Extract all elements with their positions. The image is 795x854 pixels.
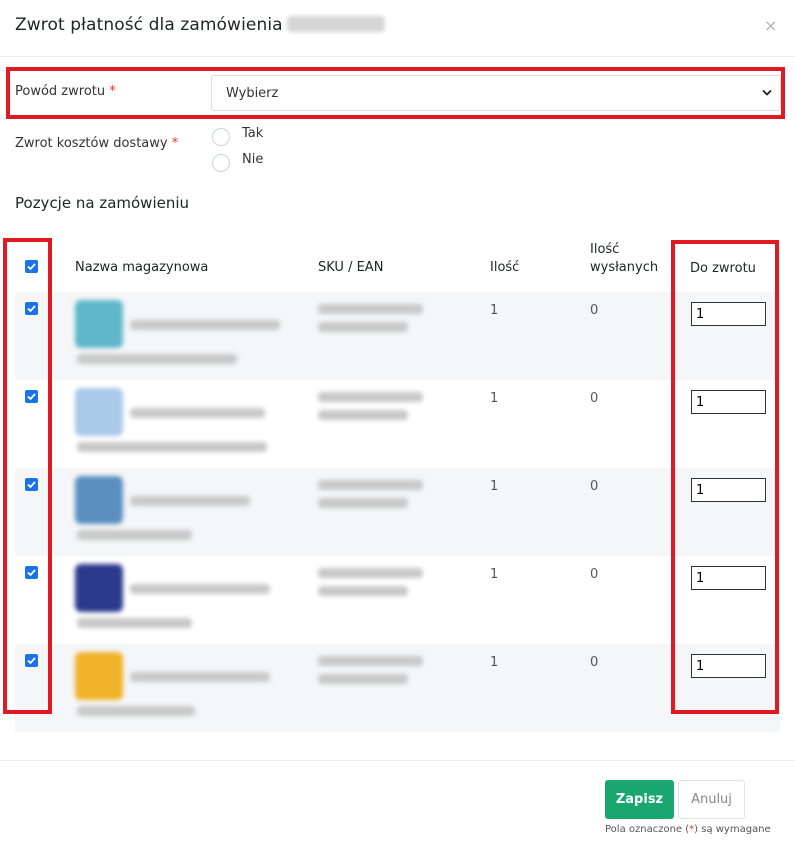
ean-redacted — [318, 410, 408, 420]
footer-divider — [0, 760, 795, 761]
product-name-redacted — [130, 496, 250, 506]
required-mark: * — [171, 136, 179, 151]
product-name-redacted — [77, 530, 192, 540]
shipping-refund-no-radio[interactable] — [212, 154, 230, 172]
sku-redacted — [318, 656, 423, 666]
col-header-qty: Ilość — [490, 260, 520, 275]
row-qty: 1 — [490, 655, 499, 670]
sku-redacted — [318, 568, 423, 578]
row-checkbox[interactable] — [25, 478, 38, 491]
product-name-redacted — [130, 672, 270, 682]
col-header-sku: SKU / EAN — [318, 260, 384, 275]
product-name-redacted — [77, 618, 192, 628]
product-thumbnail — [75, 652, 123, 700]
row-qty: 1 — [490, 391, 499, 406]
note-suffix: ) są wymagane — [694, 824, 771, 835]
to-return-input[interactable] — [691, 390, 766, 414]
row-checkbox[interactable] — [25, 390, 38, 403]
col-header-name: Nazwa magazynowa — [75, 260, 209, 275]
return-reason-label-text: Powód zwrotu — [15, 84, 106, 99]
ean-redacted — [318, 322, 408, 332]
col-header-shipped-line2: wysłanych — [590, 260, 659, 275]
product-thumbnail — [75, 388, 123, 436]
required-mark: * — [109, 84, 116, 99]
sku-redacted — [318, 480, 423, 490]
row-checkbox[interactable] — [25, 566, 38, 579]
shipping-refund-yes-label: Tak — [242, 126, 264, 141]
row-shipped: 0 — [590, 655, 599, 670]
close-icon[interactable]: × — [764, 18, 777, 34]
modal-header: Zwrot płatność dla zamówienia × — [0, 0, 795, 57]
required-fields-note: Pola oznaczone (*) są wymagane — [605, 824, 771, 835]
row-checkbox[interactable] — [25, 302, 38, 315]
chevron-down-icon — [762, 90, 772, 96]
shipping-refund-label-text: Zwrot kosztów dostawy — [15, 136, 168, 151]
product-thumbnail — [75, 476, 123, 524]
return-reason-value: Wybierz — [226, 86, 279, 101]
sku-redacted — [318, 392, 423, 402]
row-qty: 1 — [490, 479, 499, 494]
row-qty: 1 — [490, 303, 499, 318]
col-header-shipped-line1: Ilość — [590, 242, 620, 257]
product-name-redacted — [77, 442, 267, 452]
product-name-redacted — [130, 320, 280, 330]
product-thumbnail — [75, 564, 123, 612]
product-name-redacted — [77, 706, 195, 716]
save-button[interactable]: Zapisz — [605, 780, 674, 819]
section-title: Pozycje na zamówieniu — [15, 194, 190, 212]
col-header-shipped: Ilość wysłanych — [590, 241, 658, 277]
select-all-checkbox[interactable] — [25, 260, 38, 273]
row-shipped: 0 — [590, 391, 599, 406]
row-qty: 1 — [490, 567, 499, 582]
product-thumbnail — [75, 300, 123, 348]
product-name-redacted — [130, 584, 270, 594]
to-return-input[interactable] — [691, 566, 766, 590]
product-name-redacted — [130, 408, 265, 418]
product-name-redacted — [77, 354, 237, 364]
order-number-redacted — [286, 16, 385, 32]
to-return-input[interactable] — [691, 478, 766, 502]
to-return-input[interactable] — [691, 302, 766, 326]
row-shipped: 0 — [590, 567, 599, 582]
modal-title: Zwrot płatność dla zamówienia — [15, 15, 385, 35]
cancel-button[interactable]: Anuluj — [678, 780, 745, 819]
shipping-refund-no-label: Nie — [242, 152, 264, 167]
ean-redacted — [318, 674, 408, 684]
col-header-to-return: Do zwrotu — [690, 261, 756, 276]
ean-redacted — [318, 586, 408, 596]
return-reason-label: Powód zwrotu * — [15, 84, 116, 99]
shipping-refund-yes-radio[interactable] — [212, 128, 230, 146]
row-shipped: 0 — [590, 303, 599, 318]
row-shipped: 0 — [590, 479, 599, 494]
sku-redacted — [318, 304, 423, 314]
return-reason-select[interactable]: Wybierz — [211, 75, 781, 111]
row-checkbox[interactable] — [25, 654, 38, 667]
shipping-refund-label: Zwrot kosztów dostawy * — [15, 136, 178, 151]
to-return-input[interactable] — [691, 654, 766, 678]
ean-redacted — [318, 498, 408, 508]
modal-title-text: Zwrot płatność dla zamówienia — [15, 15, 283, 35]
note-prefix: Pola oznaczone ( — [605, 824, 690, 835]
